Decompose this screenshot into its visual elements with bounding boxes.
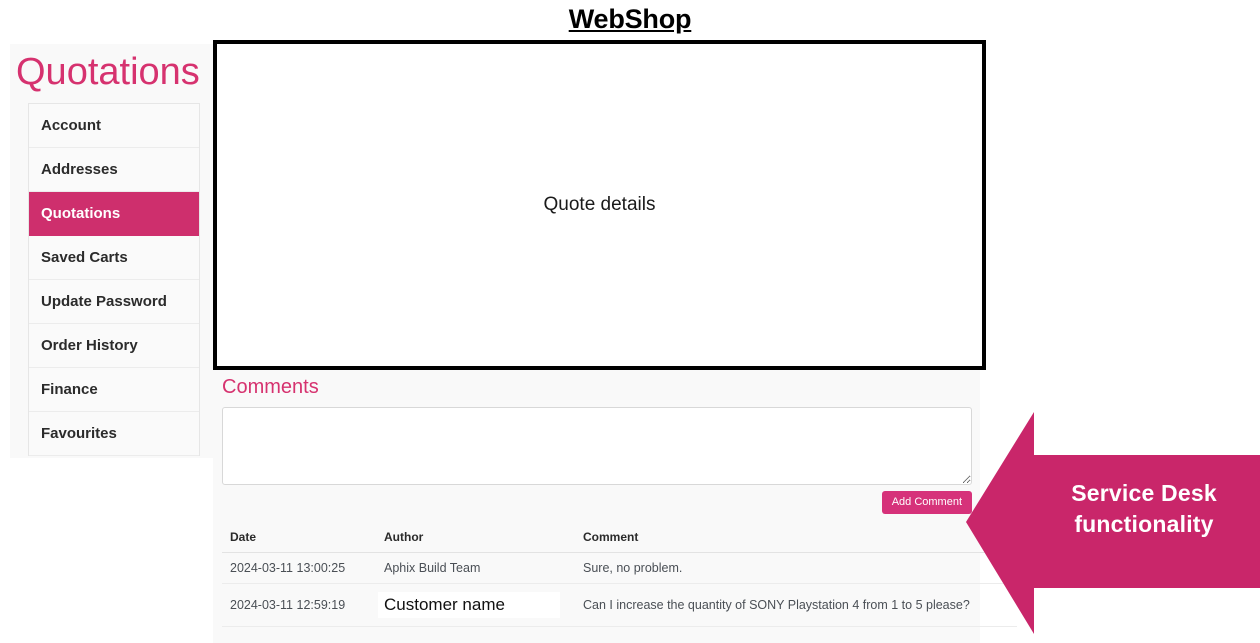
sidebar-item-label: Account <box>41 117 101 134</box>
add-comment-row: Add Comment <box>213 491 972 514</box>
sidebar-item-label: Favourites <box>41 425 117 442</box>
sidebar-item-finance[interactable]: Finance <box>29 368 199 412</box>
page-title: Quotations <box>16 51 200 93</box>
comments-table-body: 2024-03-11 13:00:25 Aphix Build Team Sur… <box>222 552 1017 627</box>
annotation-text: Service Desk functionality <box>1028 478 1260 540</box>
comments-panel: Comments Add Comment Date Author Comment… <box>213 370 1017 643</box>
comments-table-head: Date Author Comment <box>222 530 1017 553</box>
sidebar-item-saved-carts[interactable]: Saved Carts <box>29 236 199 280</box>
cell-comment: Sure, no problem. <box>575 552 1017 584</box>
app-title: WebShop <box>568 4 692 34</box>
sidebar-item-favourites[interactable]: Favourites <box>29 412 199 456</box>
annotation-line-2: functionality <box>1074 511 1214 537</box>
annotation-line-1: Service Desk <box>1071 480 1217 506</box>
app-header: WebShop <box>0 0 1260 40</box>
cell-comment: Can I increase the quantity of SONY Play… <box>575 583 1017 627</box>
add-comment-button[interactable]: Add Comment <box>881 491 972 514</box>
column-header-author: Author <box>376 530 575 553</box>
column-header-date: Date <box>222 530 376 553</box>
table-row: 2024-03-11 12:59:19 Customer name Can I … <box>222 583 1017 627</box>
cell-date: 2024-03-11 13:00:25 <box>222 552 376 584</box>
sidebar-item-label: Addresses <box>41 161 118 178</box>
sidebar-item-account[interactable]: Account <box>29 104 199 148</box>
cell-author: Aphix Build Team <box>376 552 575 584</box>
redacted-author-label: Customer name <box>378 592 560 618</box>
comments-table: Date Author Comment 2024-03-11 13:00:25 … <box>222 530 1017 627</box>
comments-heading: Comments <box>222 376 319 398</box>
cell-date: 2024-03-11 12:59:19 <box>222 583 376 627</box>
quote-details-panel: Quote details <box>213 40 986 370</box>
table-header-row: Date Author Comment <box>222 530 1017 553</box>
account-sidebar: Quotations Account Addresses Quotations … <box>10 44 215 458</box>
sidebar-item-label: Quotations <box>41 205 121 222</box>
cell-author-redacted: Customer name <box>376 583 575 627</box>
sidebar-item-label: Finance <box>41 381 98 398</box>
sidebar-item-update-password[interactable]: Update Password <box>29 280 199 324</box>
sidebar-item-label: Saved Carts <box>41 249 128 266</box>
table-row: 2024-03-11 13:00:25 Aphix Build Team Sur… <box>222 552 1017 584</box>
column-header-comment: Comment <box>575 530 1017 553</box>
sidebar-item-label: Order History <box>41 337 138 354</box>
sidebar-item-quotations[interactable]: Quotations <box>29 192 199 236</box>
sidebar-item-order-history[interactable]: Order History <box>29 324 199 368</box>
account-nav-list: Account Addresses Quotations Saved Carts… <box>28 103 200 456</box>
quote-details-placeholder-label: Quote details <box>543 194 656 215</box>
sidebar-item-addresses[interactable]: Addresses <box>29 148 199 192</box>
sidebar-item-label: Update Password <box>41 293 167 310</box>
comment-input[interactable] <box>222 407 972 485</box>
